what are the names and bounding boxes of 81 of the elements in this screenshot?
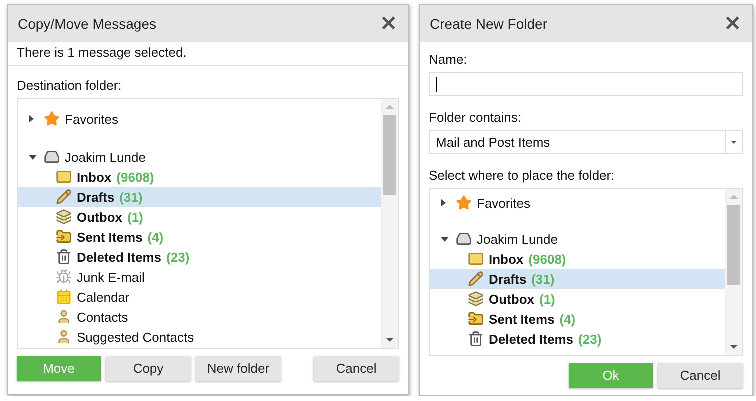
calendar-icon	[56, 289, 72, 305]
unread-count: (31)	[532, 272, 555, 286]
unread-count: (9608)	[528, 252, 566, 266]
folder-name: Inbox	[77, 170, 112, 184]
folder-arrow-icon	[468, 311, 484, 327]
scrollbar[interactable]	[381, 99, 398, 348]
scrollbar[interactable]	[725, 189, 742, 355]
folder-name: Drafts	[77, 190, 115, 204]
folder-name: Sent Items	[77, 230, 143, 244]
expand-toggle-icon[interactable]	[441, 199, 446, 207]
unread-count: (23)	[578, 332, 602, 346]
folder-name: Deleted Items	[77, 250, 162, 264]
close-button[interactable]: ×	[724, 12, 742, 34]
folder-item[interactable]: Inbox (9608)	[18, 167, 381, 187]
bug-icon	[56, 269, 72, 285]
folder-name: Deleted Items	[489, 332, 574, 346]
field-label: Destination folder:	[17, 78, 123, 93]
person-icon	[56, 309, 72, 325]
selection-info: There is 1 message selected.	[17, 45, 187, 60]
folder-item[interactable]: Inbox (9608)	[430, 249, 725, 269]
dialog-button[interactable]: Cancel	[658, 363, 743, 388]
dialog-button[interactable]: New folder	[196, 356, 281, 381]
pencil-icon	[468, 271, 484, 287]
folder-item[interactable]: Outbox (1)	[430, 289, 725, 309]
folder-item[interactable]: Contacts	[18, 307, 381, 327]
folder-item[interactable]: Drafts (31)	[430, 269, 725, 289]
tray-icon	[456, 231, 472, 247]
folder-name: Outbox	[77, 210, 122, 224]
trash-icon	[56, 249, 72, 265]
tree-item-label: Joakim Lunde	[65, 150, 146, 164]
trash-icon	[468, 331, 484, 347]
tree-item[interactable]: Favorites	[18, 109, 381, 129]
tree-item-label: Joakim Lunde	[477, 232, 558, 246]
folder-arrow-icon	[56, 229, 72, 245]
unread-count: (9608)	[116, 170, 154, 184]
field-label: Folder contains:	[429, 110, 522, 125]
unread-count: (1)	[540, 292, 556, 306]
dialog-button[interactable]: Copy	[106, 356, 191, 381]
name-input[interactable]	[429, 72, 743, 96]
folder-name: Suggested Contacts	[77, 330, 194, 344]
folder-item[interactable]: Sent Items (4)	[18, 227, 381, 247]
tree-item-label: Favorites	[477, 196, 530, 210]
folder-item[interactable]: Suggested Contacts	[18, 327, 381, 347]
pencil-icon	[56, 189, 72, 205]
tree-item-label: Favorites	[65, 112, 118, 126]
folder-item[interactable]: Deleted Items (23)	[18, 247, 381, 267]
folder-item[interactable]: Deleted Items (23)	[430, 329, 725, 349]
folder-name: Drafts	[489, 272, 527, 286]
folder-item[interactable]: Drafts (31)	[18, 187, 381, 207]
dialog-button[interactable]: Cancel	[314, 356, 399, 381]
unread-count: (4)	[560, 312, 576, 326]
folder-item[interactable]: Calendar	[18, 287, 381, 307]
tree-item[interactable]: Joakim Lunde	[430, 229, 725, 249]
folder-name: Contacts	[77, 310, 128, 324]
folder-name: Calendar	[77, 290, 130, 304]
expand-toggle-icon[interactable]	[29, 154, 37, 160]
tray-icon	[44, 149, 60, 165]
unread-count: (23)	[166, 250, 190, 264]
folder-name: Outbox	[489, 292, 534, 306]
person-icon	[56, 329, 72, 345]
unread-count: (4)	[148, 230, 164, 244]
field-label: Select where to place the folder:	[429, 168, 616, 183]
folder-item[interactable]: Outbox (1)	[18, 207, 381, 227]
expand-toggle-icon[interactable]	[29, 115, 34, 123]
unread-count: (1)	[128, 210, 144, 224]
folder-name: Inbox	[489, 252, 524, 266]
folder-item[interactable]: Sent Items (4)	[430, 309, 725, 329]
tree-item[interactable]: Favorites	[430, 193, 725, 213]
expand-toggle-icon[interactable]	[441, 236, 449, 242]
field-label: Name:	[429, 52, 468, 67]
tree-item[interactable]: Joakim Lunde	[18, 147, 381, 167]
folder-item[interactable]: Junk E-mail	[18, 267, 381, 287]
dialog-title: Create New Folder	[430, 16, 548, 32]
star-icon	[456, 195, 472, 211]
close-button[interactable]: ×	[380, 12, 398, 34]
unread-count: (31)	[120, 190, 143, 204]
dialog-title: Copy/Move Messages	[18, 16, 157, 32]
folder-name: Junk E-mail	[77, 270, 145, 284]
star-icon	[44, 111, 60, 127]
folder-name: Sent Items	[489, 312, 555, 326]
folder-type-select[interactable]: Mail and Post Items	[429, 130, 743, 154]
